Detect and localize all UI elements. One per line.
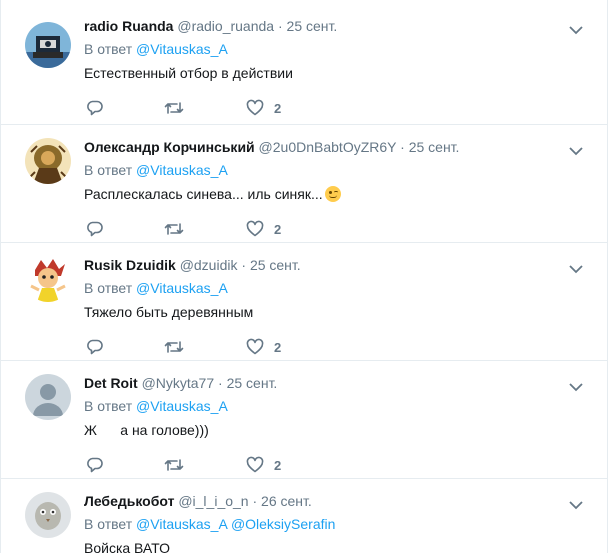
- replying-to: В ответ @Vitauskas_A: [84, 396, 228, 416]
- separator-dot: ·: [277, 18, 283, 34]
- heart-icon: [246, 338, 264, 355]
- heart-icon: [246, 456, 264, 473]
- reply-icon: [87, 100, 103, 116]
- user-handle[interactable]: @2u0DnBabtOyZR6Y: [259, 139, 397, 155]
- like-count: 2: [274, 339, 282, 355]
- tweet-text: Войска ВАТО: [84, 540, 170, 556]
- tweet[interactable]: radio Ruanda @radio_ruanda · 25 сент. В …: [1, 0, 607, 124]
- chevron-down-icon[interactable]: [569, 22, 583, 35]
- tweet-timestamp[interactable]: 25 сент.: [250, 257, 301, 273]
- retweet-button[interactable]: [164, 219, 184, 239]
- reply-button[interactable]: [86, 98, 104, 118]
- tweet[interactable]: Det Roit @Nykyta77 · 25 сент. В ответ @V…: [1, 360, 607, 478]
- heart-icon: [246, 220, 264, 237]
- replying-to: В ответ @Vitauskas_A: [84, 278, 228, 298]
- user-fullname[interactable]: Лебедькобот: [84, 493, 174, 509]
- reply-to-link[interactable]: @Vitauskas_A: [136, 516, 227, 532]
- tweet-actions: 2: [84, 98, 324, 118]
- chevron-down-icon[interactable]: [569, 497, 583, 510]
- like-count: 2: [274, 100, 282, 116]
- like-button[interactable]: 2: [246, 337, 281, 357]
- avatar-rusik[interactable]: [25, 256, 71, 302]
- user-handle[interactable]: @i_l_i_o_n: [178, 493, 248, 509]
- user-fullname[interactable]: radio Ruanda: [84, 18, 173, 34]
- retweet-button[interactable]: [164, 455, 184, 475]
- tweet-timestamp[interactable]: 25 сент.: [227, 375, 278, 391]
- chevron-down-icon[interactable]: [569, 261, 583, 274]
- tweet[interactable]: Лебедькобот @i_l_i_o_n · 26 сент. В отве…: [1, 478, 607, 556]
- separator-dot: ·: [241, 257, 247, 273]
- reply-to-link[interactable]: @Vitauskas_A: [136, 41, 228, 57]
- reply-to-link-2[interactable]: @OleksiySerafin: [231, 516, 335, 532]
- user-handle[interactable]: @dzuidik: [180, 257, 238, 273]
- replying-to: В ответ @Vitauskas_A @OleksiySerafin: [84, 514, 335, 534]
- user-handle[interactable]: @radio_ruanda: [177, 18, 274, 34]
- replying-label: В ответ: [84, 162, 133, 178]
- replying-label: В ответ: [84, 516, 133, 532]
- tweet-actions: 2: [84, 455, 324, 475]
- avatar-default[interactable]: [25, 374, 71, 420]
- replying-label: В ответ: [84, 41, 133, 57]
- tweet-timestamp[interactable]: 26 сент.: [261, 493, 312, 509]
- user-handle[interactable]: @Nykyta77: [142, 375, 215, 391]
- retweet-icon: [164, 341, 184, 353]
- tweet[interactable]: Олександр Корчинський @2u0DnBabtOyZR6Y ·…: [1, 124, 607, 242]
- reply-icon: [87, 221, 103, 237]
- retweet-icon: [164, 102, 184, 114]
- reply-to-link[interactable]: @Vitauskas_A: [136, 162, 228, 178]
- replying-to: В ответ @Vitauskas_A: [84, 39, 228, 59]
- like-count: 2: [274, 221, 282, 237]
- like-button[interactable]: 2: [246, 455, 281, 475]
- reply-icon: [87, 457, 103, 473]
- separator-dot: ·: [218, 375, 223, 391]
- like-count: 2: [274, 457, 282, 473]
- reply-icon: [87, 339, 103, 355]
- reply-button[interactable]: [86, 455, 104, 475]
- tweet-text-content: Расплескалась синева... иль синяк...: [84, 186, 323, 202]
- user-fullname[interactable]: Rusik Dzuidik: [84, 257, 176, 273]
- chevron-down-icon[interactable]: [569, 379, 583, 392]
- tweet-timestamp[interactable]: 25 сент.: [287, 18, 338, 34]
- tweet-text: Ж а на голове))): [84, 422, 209, 438]
- like-button[interactable]: 2: [246, 219, 281, 239]
- avatar-lebedkobot[interactable]: [25, 492, 71, 538]
- retweet-icon: [164, 459, 184, 471]
- tweet[interactable]: Rusik Dzuidik @dzuidik · 25 сент. В отве…: [1, 242, 607, 360]
- reply-button[interactable]: [86, 219, 104, 239]
- avatar-korchynskyi[interactable]: [25, 138, 71, 184]
- tweet-actions: 2: [84, 219, 324, 239]
- retweet-button[interactable]: [164, 98, 184, 118]
- tweet-text: Расплескалась синева... иль синяк...: [84, 184, 341, 204]
- tweet-text: Тяжело быть деревянным: [84, 304, 254, 320]
- replying-to: В ответ @Vitauskas_A: [84, 160, 228, 180]
- reply-to-link[interactable]: @Vitauskas_A: [136, 398, 228, 414]
- user-fullname[interactable]: Det Roit: [84, 375, 138, 391]
- user-fullname[interactable]: Олександр Корчинський: [84, 139, 255, 155]
- tweet-actions: 2: [84, 337, 324, 357]
- retweet-button[interactable]: [164, 337, 184, 357]
- separator-dot: ·: [400, 139, 405, 155]
- avatar-radio-ruanda[interactable]: [25, 22, 71, 68]
- reply-to-link[interactable]: @Vitauskas_A: [136, 280, 228, 296]
- like-button[interactable]: 2: [246, 98, 281, 118]
- chevron-down-icon[interactable]: [569, 143, 583, 156]
- tweet-text: Естественный отбор в действии: [84, 65, 293, 81]
- tweet-feed: radio Ruanda @radio_ruanda · 25 сент. В …: [0, 0, 608, 556]
- replying-label: В ответ: [84, 280, 133, 296]
- separator-dot: ·: [252, 493, 258, 509]
- retweet-icon: [164, 223, 184, 235]
- replying-label: В ответ: [84, 398, 133, 414]
- winking-face-emoji: [324, 186, 341, 202]
- reply-button[interactable]: [86, 337, 104, 357]
- heart-icon: [246, 99, 264, 116]
- tweet-timestamp[interactable]: 25 сент.: [409, 139, 460, 155]
